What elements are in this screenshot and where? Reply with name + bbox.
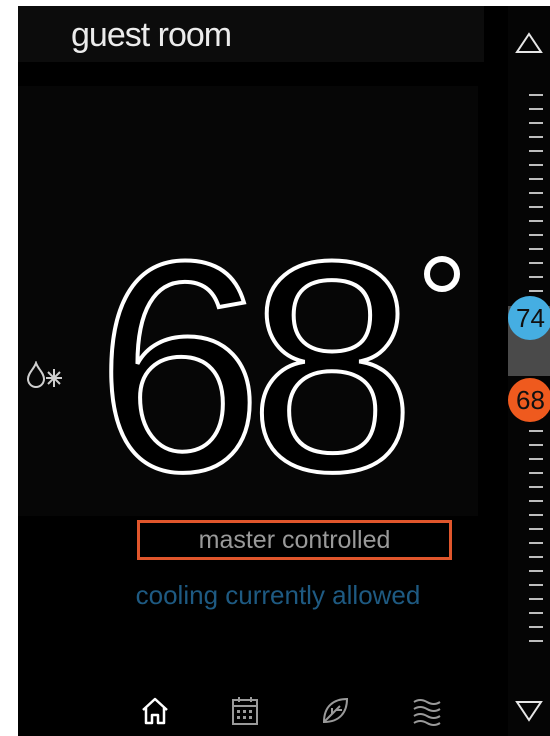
slider-tick — [529, 528, 543, 530]
slider-tick — [529, 570, 543, 572]
slider-tick — [529, 164, 543, 166]
slider-tick — [529, 206, 543, 208]
slider-tick — [529, 500, 543, 502]
slider-tick — [529, 514, 543, 516]
setpoint-slider[interactable]: 74 68 — [508, 6, 550, 736]
slider-tick — [529, 94, 543, 96]
status-text: master controlled — [198, 526, 391, 554]
slider-tick — [529, 486, 543, 488]
fan-icon[interactable] — [410, 694, 444, 728]
slider-tick — [529, 136, 543, 138]
slider-tick — [529, 178, 543, 180]
cool-mode-icon[interactable] — [24, 361, 68, 391]
heat-setpoint-handle[interactable]: 68 — [508, 378, 550, 422]
degree-symbol — [424, 256, 460, 292]
home-icon[interactable] — [138, 694, 172, 728]
slider-tick — [529, 192, 543, 194]
thermostat-screen: guest room 68 master controlled cooling … — [18, 6, 550, 736]
slider-tick — [529, 108, 543, 110]
slider-tick — [529, 290, 543, 292]
triangle-down-icon[interactable] — [514, 696, 544, 726]
slider-tick — [529, 556, 543, 558]
slider-tick — [529, 542, 543, 544]
slider-tick — [529, 612, 543, 614]
slider-tick — [529, 122, 543, 124]
slider-tick — [529, 234, 543, 236]
slider-tick — [529, 248, 543, 250]
slider-tick — [529, 150, 543, 152]
slider-tick — [529, 220, 543, 222]
slider-tick — [529, 430, 543, 432]
cool-setpoint-handle[interactable]: 74 — [508, 296, 550, 340]
slider-tick — [529, 458, 543, 460]
slider-tick — [529, 276, 543, 278]
room-title: guest room — [71, 16, 232, 54]
status-box: master controlled — [137, 520, 452, 560]
slider-tick — [529, 626, 543, 628]
slider-tick — [529, 584, 543, 586]
triangle-up-icon[interactable] — [514, 28, 544, 58]
slider-tick — [529, 262, 543, 264]
leaf-icon[interactable] — [318, 694, 352, 728]
calendar-icon[interactable] — [228, 694, 262, 728]
mode-message: cooling currently allowed — [135, 580, 421, 610]
current-temperature: 68 — [94, 198, 418, 534]
header: guest room — [18, 6, 484, 62]
bottom-nav — [18, 686, 484, 736]
slider-tick — [529, 598, 543, 600]
slider-tick — [529, 472, 543, 474]
slider-tick — [529, 444, 543, 446]
slider-tick — [529, 640, 543, 642]
